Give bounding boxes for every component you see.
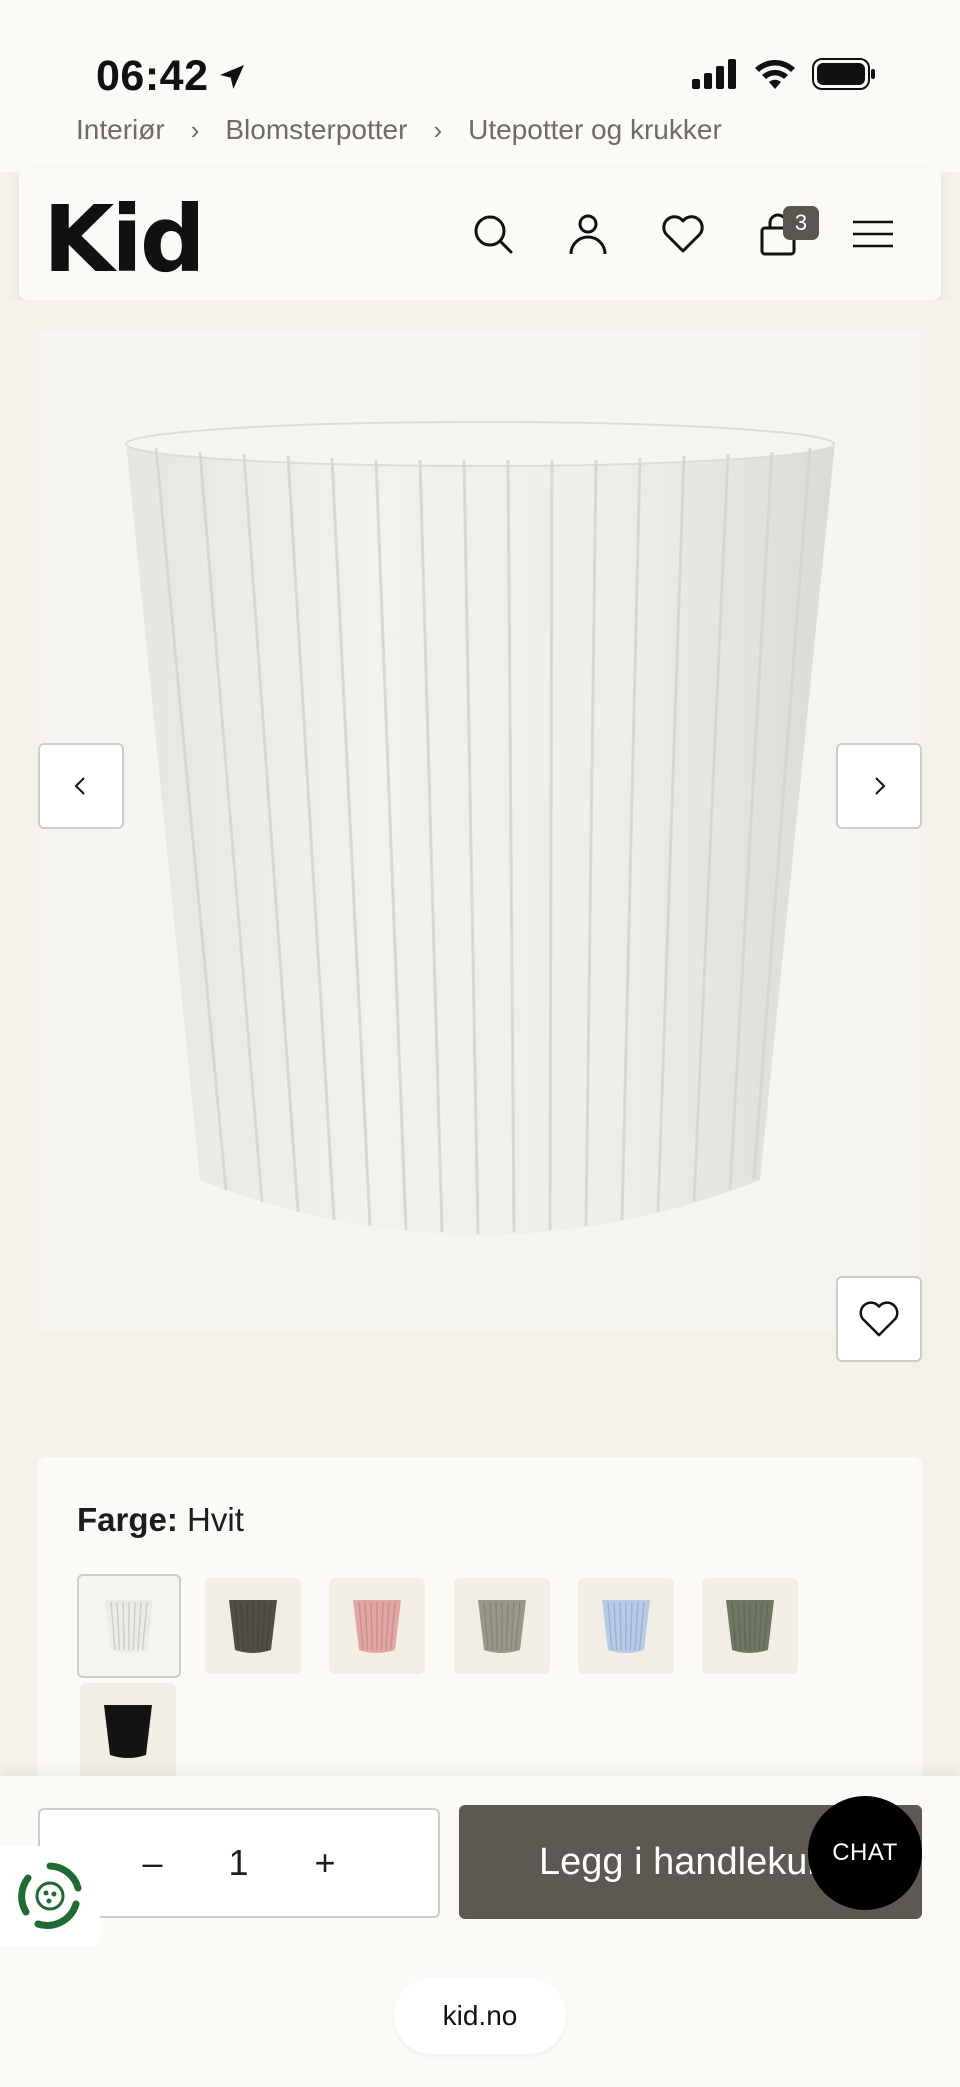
color-swatch[interactable] <box>77 1574 181 1678</box>
color-swatch[interactable] <box>329 1578 425 1674</box>
chevron-left-icon <box>74 777 85 795</box>
pot-thumbnail-icon <box>353 1600 401 1653</box>
time-text: 06:42 <box>96 52 209 100</box>
status-icons <box>692 58 876 90</box>
cart-count-badge: 3 <box>783 206 819 240</box>
gallery-next-button[interactable] <box>836 743 922 829</box>
color-label-key: Farge: <box>77 1501 178 1538</box>
pot-thumbnail-icon <box>229 1600 277 1653</box>
color-label: Farge: Hvit <box>77 1501 244 1539</box>
location-arrow-icon <box>220 64 245 89</box>
wishlist-heart-icon[interactable] <box>657 208 709 260</box>
breadcrumb-separator-icon: › <box>433 114 443 145</box>
product-image[interactable] <box>40 330 920 1330</box>
pot-thumbnail-icon <box>105 1600 153 1653</box>
wifi-icon <box>755 60 795 89</box>
account-icon[interactable] <box>562 208 614 260</box>
pot-thumbnail-icon <box>104 1705 152 1758</box>
purchase-bar: – 1 + Legg i handlekurv CHAT kid.no <box>0 1776 960 2087</box>
recycle-leaf-icon <box>18 1862 82 1929</box>
status-time: 06:42 <box>96 52 248 101</box>
pot-thumbnail-icon <box>478 1600 526 1653</box>
breadcrumb-separator-icon: › <box>190 114 200 145</box>
menu-icon[interactable] <box>847 208 899 260</box>
color-swatch[interactable] <box>702 1578 798 1674</box>
product-gallery <box>0 300 960 1440</box>
color-swatch[interactable] <box>205 1578 301 1674</box>
breadcrumb-item-flowerpots[interactable]: Blomsterpotter <box>225 114 407 146</box>
breadcrumb-item-outdoor-pots[interactable]: Utepotter og krukker <box>468 114 722 146</box>
favorite-button[interactable] <box>836 1276 922 1362</box>
color-selector: Farge: Hvit <box>38 1457 922 1797</box>
breadcrumb: Interiør › Blomsterpotter › Utepotter og… <box>76 108 722 152</box>
battery-icon <box>812 58 875 90</box>
ribbed-pot-illustration <box>125 421 835 1235</box>
breadcrumb-item-interior[interactable]: Interiør <box>76 114 165 146</box>
color-swatch[interactable] <box>80 1683 176 1779</box>
site-header: Kid 3 <box>19 168 941 300</box>
pot-thumbnail-icon <box>602 1600 650 1653</box>
browser-url-pill[interactable]: kid.no <box>394 1978 566 2054</box>
signal-icon <box>692 59 736 89</box>
gallery-prev-button[interactable] <box>38 743 124 829</box>
search-icon[interactable] <box>467 208 519 260</box>
heart-icon <box>859 1301 899 1337</box>
pot-thumbnail-icon <box>726 1600 774 1653</box>
status-bar: 06:42 <box>0 0 960 110</box>
color-swatch[interactable] <box>578 1578 674 1674</box>
site-logo[interactable]: Kid <box>43 186 206 293</box>
chevron-right-icon <box>875 777 886 795</box>
color-label-value: Hvit <box>187 1501 244 1538</box>
decrease-quantity-button[interactable]: – <box>142 1842 162 1884</box>
increase-quantity-button[interactable]: + <box>315 1842 336 1884</box>
color-swatch[interactable] <box>454 1578 550 1674</box>
quantity-value[interactable]: 1 <box>228 1842 248 1884</box>
eco-badge[interactable] <box>0 1846 100 1946</box>
chat-button[interactable]: CHAT <box>808 1796 922 1910</box>
